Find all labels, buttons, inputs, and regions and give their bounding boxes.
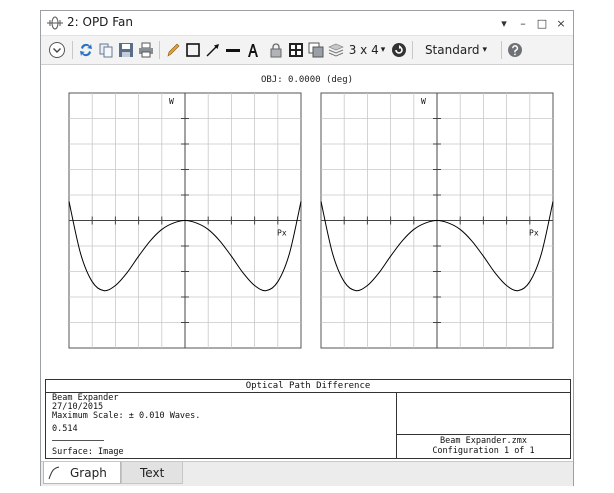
graph-tab-icon — [48, 466, 60, 480]
info-surface: Surface: Image — [52, 447, 124, 457]
tab-graph[interactable]: Graph — [43, 462, 121, 484]
info-configuration: Configuration 1 of 1 — [432, 446, 535, 456]
auto-apply-icon[interactable] — [389, 40, 409, 60]
window-title: 2: OPD Fan — [67, 15, 133, 29]
info-right-panel — [396, 392, 571, 435]
stack-icon[interactable] — [327, 40, 345, 60]
help-icon[interactable] — [505, 40, 525, 60]
chevron-down-icon: ▾ — [380, 45, 386, 55]
y-axis-label: W — [169, 97, 174, 106]
toolbar-separator — [72, 41, 73, 59]
tab-graph-label: Graph — [70, 466, 107, 480]
print-icon[interactable] — [137, 40, 155, 60]
layout-dropdown-label: 3 x 4 — [348, 43, 379, 57]
tab-bar: Graph Text — [41, 461, 573, 486]
info-details: Beam Expander 27/10/2015 Maximum Scale: … — [52, 394, 200, 457]
toolbar-separator — [412, 41, 413, 59]
plot-area: OBJ: 0.0000 (deg) W Px W Px — [43, 65, 571, 379]
style-dropdown-label: Standard — [424, 43, 480, 57]
toolbar-separator — [501, 41, 502, 59]
title-bar[interactable]: 2: OPD Fan ▾ – □ × — [41, 11, 573, 35]
opd-fan-plots: W Px W Px — [68, 92, 554, 349]
info-box: Optical Path Difference Beam Expander 27… — [45, 379, 571, 459]
settings-icon[interactable] — [47, 40, 67, 60]
layout-dropdown[interactable]: 3 x 4 ▾ — [347, 40, 387, 60]
window-menu-button[interactable]: ▾ — [498, 17, 510, 30]
toolbar: 3 x 4 ▾ Standard ▾ — [41, 35, 573, 65]
x-axis-label: Px — [277, 229, 287, 238]
maximize-button[interactable]: □ — [536, 17, 548, 30]
rectangle-icon[interactable] — [184, 40, 202, 60]
arrow-icon[interactable] — [204, 40, 222, 60]
minimize-button[interactable]: – — [517, 17, 529, 30]
lock-icon[interactable] — [267, 40, 285, 60]
opd-fan-panel: W Px — [320, 92, 554, 349]
pencil-icon[interactable] — [164, 40, 182, 60]
info-value: 0.514 — [52, 424, 78, 434]
grid-icon[interactable] — [287, 40, 305, 60]
opd-fan-panel: W Px — [68, 92, 302, 349]
refresh-icon[interactable] — [77, 40, 95, 60]
style-dropdown[interactable]: Standard ▾ — [416, 40, 496, 60]
toolbar-separator — [159, 41, 160, 59]
close-button[interactable]: × — [555, 17, 567, 30]
chevron-down-icon: ▾ — [482, 45, 488, 55]
line-icon[interactable] — [224, 40, 242, 60]
save-icon[interactable] — [117, 40, 135, 60]
tab-text[interactable]: Text — [121, 462, 183, 484]
info-file-panel: Beam Expander.zmx Configuration 1 of 1 — [396, 434, 570, 458]
tab-text-label: Text — [140, 466, 165, 480]
copy-icon[interactable] — [97, 40, 115, 60]
scale-bar — [52, 440, 104, 441]
y-axis-label: W — [421, 97, 426, 106]
text-icon[interactable] — [244, 40, 262, 60]
opd-fan-window: 2: OPD Fan ▾ – □ × 3 x 4 ▾ Standard ▾ OB… — [40, 10, 574, 486]
lens-app-icon — [47, 16, 63, 30]
info-filename: Beam Expander.zmx — [440, 436, 527, 446]
x-axis-label: Px — [529, 229, 539, 238]
info-max-scale: Maximum Scale: ± 0.010 Waves. — [52, 411, 201, 421]
layers-icon[interactable] — [307, 40, 325, 60]
